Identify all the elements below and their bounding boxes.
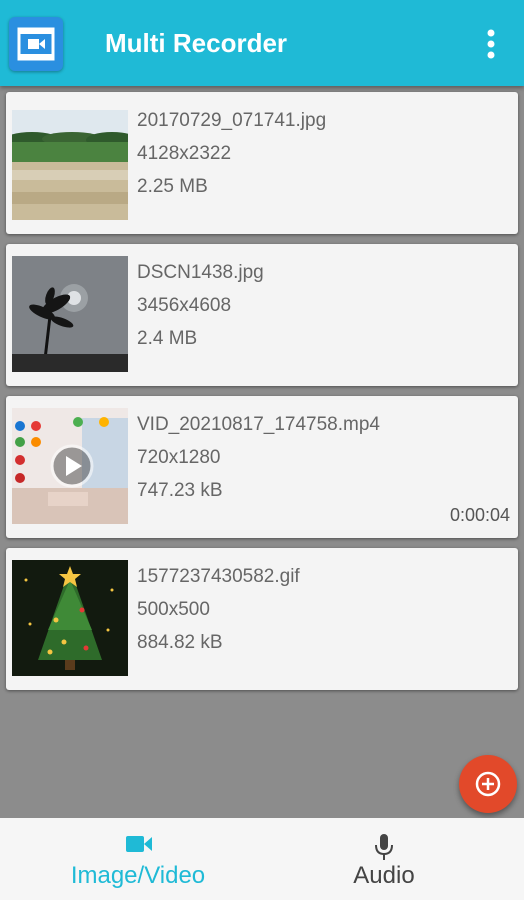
file-dimensions: 4128x2322 (137, 143, 232, 164)
thumbnail-image (12, 104, 128, 220)
file-dimensions: 500x500 (137, 599, 210, 620)
app-title: Multi Recorder (105, 28, 288, 58)
file-info: 20170729_071741.jpg 4128x2322 2.25 MB (137, 104, 326, 203)
file-name: DSCN1438.jpg (137, 262, 264, 283)
add-circle-icon (475, 771, 501, 797)
file-dimensions: 720x1280 (137, 447, 221, 468)
thumbnail-image (12, 256, 128, 372)
media-item[interactable]: 20170729_071741.jpg 4128x2322 2.25 MB (6, 92, 518, 234)
more-vert-icon[interactable] (476, 28, 506, 60)
tab-image-video[interactable]: Image/Video (0, 818, 276, 900)
file-size: 2.4 MB (137, 328, 198, 349)
file-dimensions: 3456x4608 (137, 295, 232, 316)
thumbnail-video (12, 408, 128, 524)
mic-icon (375, 834, 393, 860)
file-info: DSCN1438.jpg 3456x4608 2.4 MB (137, 256, 264, 355)
media-item[interactable]: 1577237430582.gif 500x500 884.82 kB (6, 548, 518, 690)
media-item[interactable]: DSCN1438.jpg 3456x4608 2.4 MB (6, 244, 518, 386)
thumbnail-gif (12, 560, 128, 676)
file-name: 1577237430582.gif (137, 566, 300, 587)
tab-label: Audio (353, 862, 415, 889)
file-size: 2.25 MB (137, 176, 208, 197)
video-duration: 0:00:04 (449, 505, 510, 525)
media-item[interactable]: VID_20210817_174758.mp4 720x1280 747.23 … (6, 396, 518, 538)
tab-audio[interactable]: Audio (276, 818, 492, 900)
file-name: VID_20210817_174758.mp4 (137, 414, 380, 435)
app-bar: Multi Recorder (0, 0, 524, 86)
add-button[interactable] (459, 755, 517, 813)
app-logo-icon (9, 17, 63, 71)
bottom-navigation: Image/Video Audio (0, 818, 524, 900)
videocam-icon (126, 836, 152, 852)
file-size: 747.23 kB (137, 480, 223, 501)
file-info: VID_20210817_174758.mp4 720x1280 747.23 … (137, 408, 380, 507)
file-name: 20170729_071741.jpg (137, 110, 327, 131)
media-list[interactable]: 20170729_071741.jpg 4128x2322 2.25 MB DS… (0, 86, 524, 818)
file-info: 1577237430582.gif 500x500 884.82 kB (137, 560, 300, 659)
file-size: 884.82 kB (137, 632, 223, 653)
tab-label: Image/Video (70, 862, 206, 889)
